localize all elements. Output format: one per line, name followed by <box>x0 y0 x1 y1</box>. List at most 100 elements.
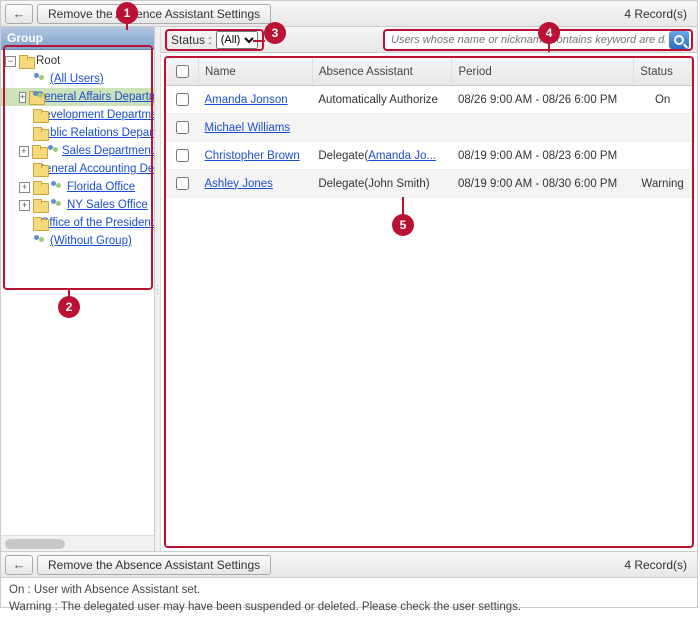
group-sidebar: Group − Root (All Users) + General Affai… <box>1 27 155 551</box>
row-checkbox[interactable] <box>176 93 189 106</box>
tree-link[interactable]: General Affairs Departm <box>35 91 154 103</box>
search-box <box>383 29 693 51</box>
user-link[interactable]: Ashley Jones <box>205 178 273 190</box>
scrollbar-thumb[interactable] <box>5 539 65 549</box>
cell-assistant <box>312 114 452 142</box>
users-icon <box>50 199 64 211</box>
users-icon <box>33 73 47 85</box>
cell-status <box>634 142 692 170</box>
grip-icon: ··· <box>156 283 159 295</box>
top-toolbar: ← Remove the Absence Assistant Settings … <box>1 1 697 27</box>
tree-link[interactable]: Sales Department <box>62 145 154 157</box>
tree-node[interactable]: + Florida Office <box>1 178 154 196</box>
row-checkbox[interactable] <box>176 149 189 162</box>
table-row[interactable]: Ashley Jones Delegate(John Smith) 08/19 … <box>166 170 692 198</box>
folder-icon <box>19 55 33 67</box>
legend-on: On : User with Absence Assistant set. <box>9 582 689 599</box>
cell-period <box>452 114 634 142</box>
expand-icon[interactable]: + <box>19 92 26 103</box>
col-name[interactable]: Name <box>199 58 313 86</box>
tree-link[interactable]: (Without Group) <box>50 235 132 247</box>
back-button[interactable]: ← <box>5 4 33 24</box>
tree-link[interactable]: NY Sales Office <box>67 199 148 211</box>
tree-link[interactable]: Florida Office <box>67 181 135 193</box>
tree-node[interactable]: Office of the President <box>1 214 154 232</box>
tree-link[interactable]: Public Relations Departm <box>36 127 154 139</box>
cell-period: 08/19 9:00 AM - 08/23 6:00 PM <box>452 142 634 170</box>
tree-root-label: Root <box>36 55 60 67</box>
table-row[interactable]: Amanda Jonson Automatically Authorize 08… <box>166 86 692 114</box>
tree-node[interactable]: Public Relations Departm <box>1 124 154 142</box>
expand-icon[interactable]: + <box>19 200 30 211</box>
sidebar-title: Group <box>1 27 154 50</box>
users-icon <box>50 181 64 193</box>
cell-assistant: Delegate(Amanda Jo... <box>312 142 452 170</box>
user-link[interactable]: Amanda Jonson <box>205 94 288 106</box>
users-icon <box>33 235 47 247</box>
record-count-top: 4 Record(s) <box>624 7 693 21</box>
col-status[interactable]: Status <box>634 58 692 86</box>
folder-icon <box>33 217 37 229</box>
legend: On : User with Absence Assistant set. Wa… <box>1 578 697 621</box>
users-icon <box>47 145 59 157</box>
status-label: Status : <box>171 33 212 47</box>
table-row[interactable]: Christopher Brown Delegate(Amanda Jo... … <box>166 142 692 170</box>
cell-status <box>634 114 692 142</box>
search-button[interactable] <box>669 31 689 49</box>
footer: ← Remove the Absence Assistant Settings … <box>1 551 697 621</box>
tree-link[interactable]: Office of the President <box>40 217 154 229</box>
tree-node[interactable]: + NY Sales Office <box>1 196 154 214</box>
folder-icon <box>33 181 47 193</box>
search-input[interactable] <box>387 34 669 46</box>
tree-link[interactable]: (All Users) <box>50 73 104 85</box>
col-assistant[interactable]: Absence Assistant <box>312 58 452 86</box>
cell-status: Warning <box>634 170 692 198</box>
cell-period: 08/26 9:00 AM - 08/26 6:00 PM <box>452 86 634 114</box>
legend-warning: Warning : The delegated user may have be… <box>9 599 689 616</box>
tree-node[interactable]: (All Users) <box>1 70 154 88</box>
user-link[interactable]: Christopher Brown <box>205 150 300 162</box>
results-table-wrap: Name Absence Assistant Period Status Ama… <box>164 56 694 548</box>
tree-node[interactable]: + Sales Department <box>1 142 154 160</box>
col-period[interactable]: Period <box>452 58 634 86</box>
row-checkbox[interactable] <box>176 121 189 134</box>
row-checkbox[interactable] <box>176 177 189 190</box>
cell-status: On <box>634 86 692 114</box>
status-select[interactable]: (All) <box>216 31 258 49</box>
search-icon <box>674 35 684 45</box>
tree-node[interactable]: Development Departme <box>1 106 154 124</box>
back-button-bottom[interactable]: ← <box>5 555 33 575</box>
status-filter: Status : (All) <box>165 29 264 51</box>
remove-settings-button-bottom[interactable]: Remove the Absence Assistant Settings <box>37 555 271 575</box>
cell-assistant: Delegate(John Smith) <box>312 170 452 198</box>
select-all-checkbox[interactable] <box>176 65 189 78</box>
col-checkbox <box>166 58 199 86</box>
remove-settings-label: Remove the Absence Assistant Settings <box>48 7 260 21</box>
folder-icon <box>32 145 44 157</box>
remove-settings-label: Remove the Absence Assistant Settings <box>48 558 260 572</box>
tree-node[interactable]: + General Affairs Departm <box>1 88 154 106</box>
arrow-left-icon: ← <box>13 557 26 572</box>
record-count-bottom: 4 Record(s) <box>624 558 693 572</box>
results-table: Name Absence Assistant Period Status Ama… <box>166 58 692 198</box>
content-panel: Status : (All) Name Absence Assistant <box>161 27 697 551</box>
tree-link[interactable]: General Accounting De <box>36 163 154 175</box>
filter-bar: Status : (All) <box>161 27 697 53</box>
table-row[interactable]: Michael Williams <box>166 114 692 142</box>
tree-node[interactable]: General Accounting De <box>1 160 154 178</box>
tree-root[interactable]: − Root <box>1 52 154 70</box>
expand-icon[interactable]: + <box>19 182 30 193</box>
tree-node[interactable]: (Without Group) <box>1 232 154 250</box>
folder-icon <box>33 199 47 211</box>
expand-icon[interactable]: + <box>19 146 29 157</box>
group-tree: − Root (All Users) + General Affairs Dep… <box>1 50 154 535</box>
user-link[interactable]: Michael Williams <box>205 122 291 134</box>
bottom-toolbar: ← Remove the Absence Assistant Settings … <box>1 552 697 578</box>
cell-assistant: Automatically Authorize <box>312 86 452 114</box>
delegate-link[interactable]: Amanda Jo... <box>368 150 436 162</box>
collapse-icon[interactable]: − <box>5 56 16 67</box>
tree-link[interactable]: Development Departme <box>36 109 154 121</box>
arrow-left-icon: ← <box>13 6 26 21</box>
horizontal-scrollbar[interactable] <box>1 535 154 551</box>
remove-settings-button[interactable]: Remove the Absence Assistant Settings <box>37 4 271 24</box>
